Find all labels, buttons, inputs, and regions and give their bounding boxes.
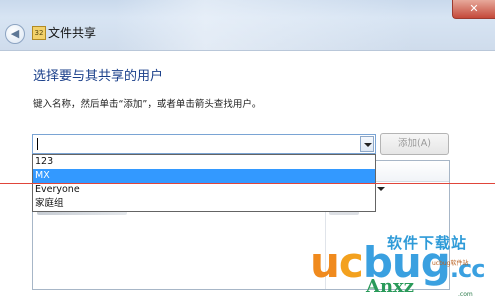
dropdown-option-everyone[interactable]: Everyone: [33, 183, 375, 197]
watermark-anxz: Anxz: [366, 276, 415, 297]
back-arrow-icon: ◀: [10, 27, 20, 40]
back-button[interactable]: ◀: [5, 24, 25, 44]
dropdown-option-mx[interactable]: MX: [33, 169, 375, 183]
close-button[interactable]: ✕: [452, 0, 495, 19]
title-bar: ◀ 32 文件共享 ✕: [0, 0, 495, 51]
close-icon: ✕: [469, 2, 479, 15]
permission-dropdown-icon[interactable]: [377, 187, 385, 191]
dropdown-option-homegroup[interactable]: 家庭组: [33, 197, 375, 211]
file-sharing-icon: 32: [32, 26, 46, 40]
watermark-sub-text: ucbug软件站: [432, 260, 469, 267]
dropdown-arrow-button[interactable]: [360, 136, 374, 152]
watermark-logo-c: c: [338, 238, 364, 287]
window-title: 文件共享: [48, 26, 97, 40]
blurred-title-area: [115, 0, 415, 50]
user-name-combobox[interactable]: [32, 134, 376, 154]
add-button[interactable]: 添加(A): [380, 133, 449, 155]
watermark-anxz-url: .com: [458, 291, 473, 298]
instruction-text: 键入名称，然后单击“添加”，或者单击箭头查找用户。: [33, 99, 262, 110]
page-heading: 选择要与其共享的用户: [33, 69, 164, 84]
watermark-logo-u: u: [310, 238, 340, 287]
dropdown-option-123[interactable]: 123: [33, 155, 375, 169]
annotation-line: [0, 183, 495, 184]
text-caret: [37, 138, 38, 150]
